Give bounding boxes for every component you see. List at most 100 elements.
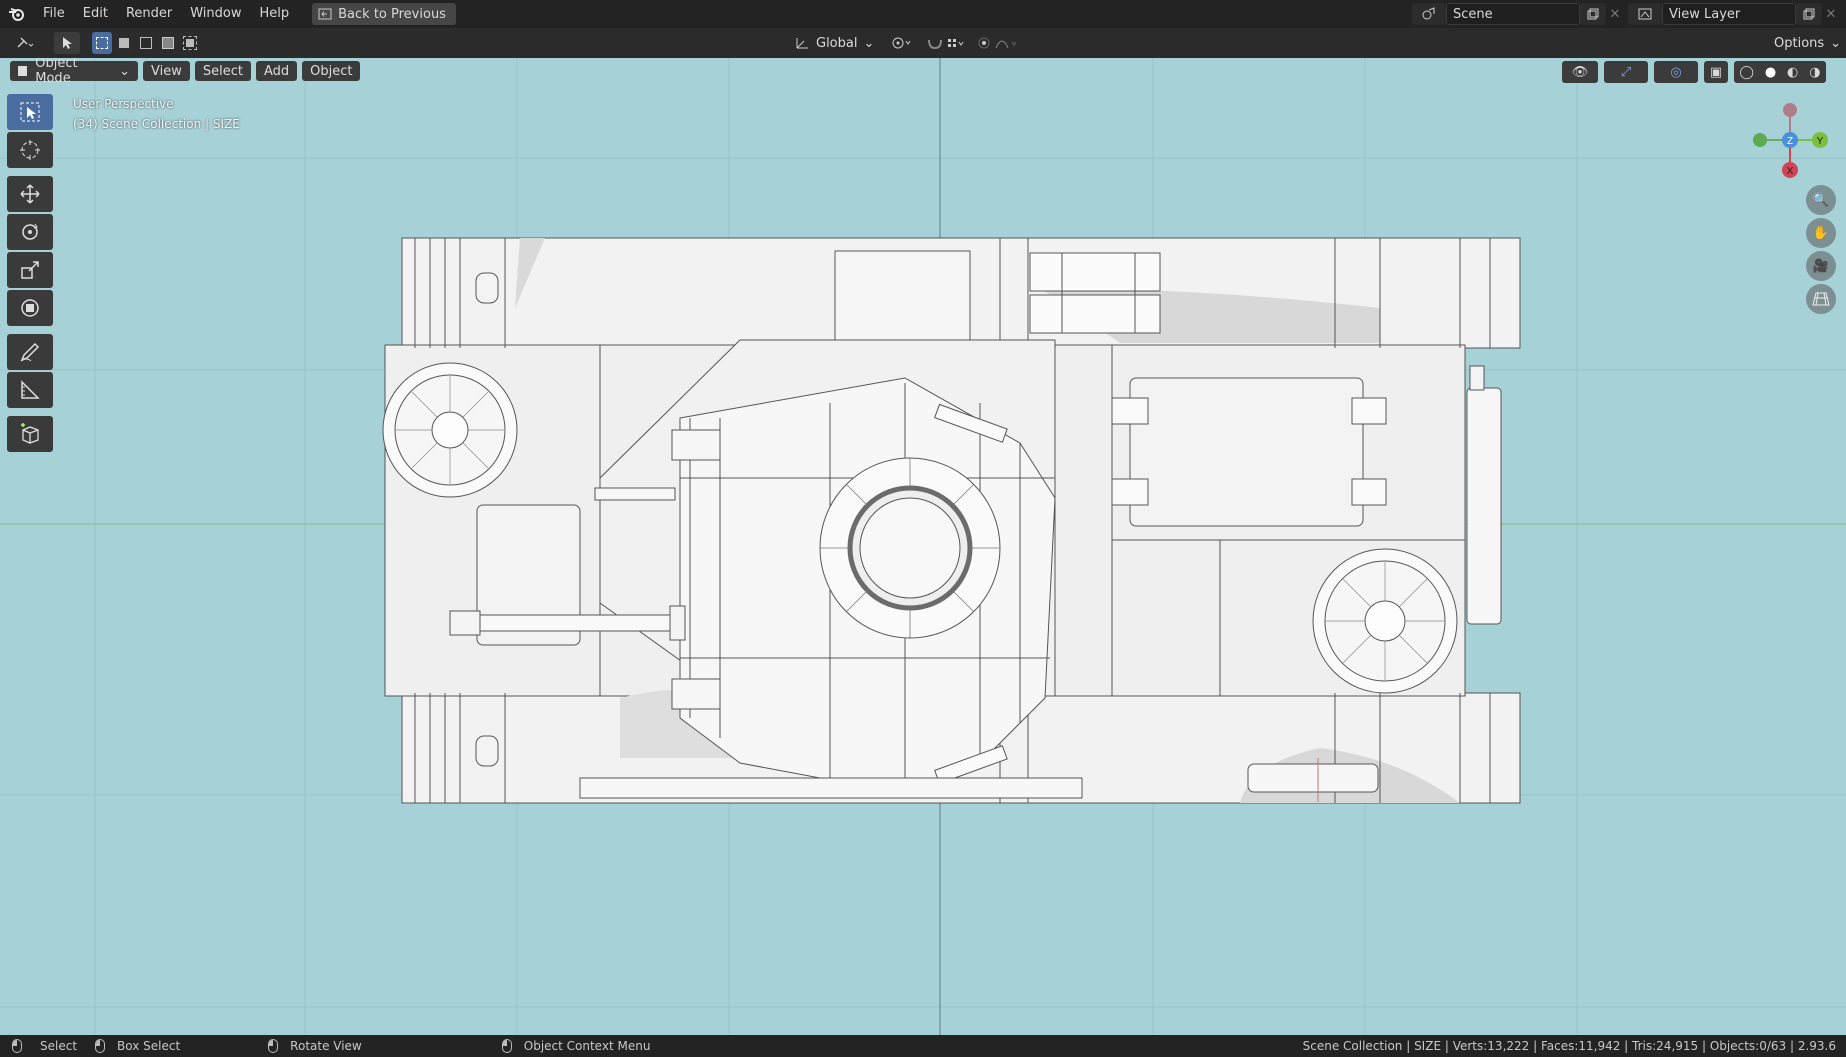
- select-box-tool[interactable]: [7, 94, 53, 130]
- options-dropdown[interactable]: Options ⌄: [1766, 32, 1846, 54]
- viewport-header: Object Mode ⌄ View Select Add Object 👁 ⤢…: [0, 58, 1846, 86]
- scene-name-field[interactable]: Scene: [1446, 3, 1580, 25]
- pan-button[interactable]: ✋: [1806, 218, 1836, 248]
- view-layer-browse-button[interactable]: [1628, 3, 1662, 25]
- gizmo-z-label: Z: [1787, 136, 1793, 147]
- eye-icon: 👁: [1571, 64, 1589, 80]
- select-menu-label: Select: [202, 63, 243, 79]
- menu-window[interactable]: Window: [181, 0, 250, 28]
- annotate-pencil-icon: [20, 342, 40, 362]
- chevron-down-icon: ⌄: [1830, 35, 1842, 51]
- front-hatch: [834, 250, 971, 346]
- editor-type-button[interactable]: [8, 32, 42, 54]
- menu-edit[interactable]: Edit: [74, 0, 117, 28]
- mouse-right-icon: [501, 1039, 512, 1053]
- object-menu[interactable]: Object: [302, 61, 361, 81]
- select-menu[interactable]: Select: [194, 61, 251, 81]
- move-tool[interactable]: [7, 176, 53, 212]
- wireframe-shading-icon[interactable]: ◯: [1739, 65, 1754, 80]
- jerrycan-2: [1029, 294, 1161, 334]
- add-menu[interactable]: Add: [255, 61, 298, 81]
- view-layer-icon: [1638, 8, 1652, 20]
- view-layer-new-button[interactable]: [1796, 3, 1822, 25]
- xray-icon: ▣: [1709, 64, 1723, 80]
- gizmo-y-label: Y: [1817, 136, 1824, 147]
- blender-logo-icon[interactable]: [0, 0, 34, 28]
- snap-icon: [928, 39, 964, 50]
- pivot-point-button[interactable]: [888, 32, 917, 54]
- rendered-shading-icon[interactable]: ◑: [1809, 65, 1820, 80]
- camera-view-button[interactable]: 🎥: [1806, 251, 1836, 281]
- view-layer-field[interactable]: View Layer: [1662, 3, 1796, 25]
- tank-model[interactable]: [0, 58, 1846, 1035]
- add-cube-icon: [21, 423, 39, 444]
- object-mode-label: Object Mode: [35, 58, 78, 86]
- mouse-drag-icon: [95, 1039, 106, 1053]
- gizmo-neg-x-icon[interactable]: [1783, 103, 1797, 117]
- view-layer-close-icon[interactable]: ✕: [1822, 7, 1840, 22]
- copy-icon: [1803, 8, 1815, 20]
- select-subtract-icon[interactable]: [136, 32, 156, 54]
- overlays-toggle-button[interactable]: ◎: [1654, 61, 1698, 83]
- scene-statistics: Scene Collection | SIZE | Verts:13,222 |…: [1302, 1039, 1836, 1053]
- collection-info-label: (34) Scene Collection | SIZE: [73, 117, 240, 131]
- perspective-label: User Perspective: [73, 97, 174, 111]
- status-box-select: Box Select: [95, 1039, 180, 1053]
- active-tool-button[interactable]: [54, 32, 80, 54]
- material-shading-icon[interactable]: ◐: [1787, 65, 1798, 80]
- zoom-button[interactable]: 🔍: [1806, 185, 1836, 215]
- scene-icon: [1422, 7, 1435, 20]
- view-layer-name: View Layer: [1669, 6, 1741, 22]
- view-menu-label: View: [151, 63, 182, 79]
- view-menu[interactable]: View: [143, 61, 190, 81]
- status-context-menu: Object Context Menu: [501, 1039, 650, 1053]
- selection-mode-group: [92, 32, 200, 54]
- annotate-tool[interactable]: [7, 334, 53, 370]
- transform-tool[interactable]: [7, 290, 53, 326]
- cursor-icon: [20, 140, 40, 160]
- solid-shading-icon[interactable]: ●: [1765, 65, 1776, 80]
- navigation-gizmo[interactable]: Z Y X: [1745, 100, 1835, 190]
- viewport-info-overlay: User Perspective (34) Scene Collection |…: [73, 94, 240, 134]
- tool-tube: [1247, 763, 1379, 793]
- visibility-button[interactable]: 👁: [1562, 61, 1598, 83]
- cursor-arrow-icon: [63, 37, 72, 49]
- gizmo-neg-y-icon[interactable]: [1753, 133, 1767, 147]
- transform-orientation-dropdown[interactable]: Global ⌄: [786, 32, 883, 54]
- ortho-toggle-button[interactable]: [1806, 284, 1836, 314]
- scene-new-button[interactable]: [1580, 3, 1606, 25]
- select-extend-icon[interactable]: [114, 32, 134, 54]
- scene-close-icon[interactable]: ✕: [1606, 7, 1624, 22]
- menu-file[interactable]: File: [34, 0, 74, 28]
- engine-deck: [1129, 377, 1364, 527]
- menu-render[interactable]: Render: [117, 0, 181, 28]
- snap-toggle-button[interactable]: [922, 32, 971, 54]
- back-to-previous-button[interactable]: Back to Previous: [312, 3, 456, 25]
- gizmo-x-label: X: [1787, 166, 1794, 177]
- scene-browse-button[interactable]: [1412, 3, 1446, 25]
- 3d-viewport[interactable]: Object Mode ⌄ View Select Add Object 👁 ⤢…: [0, 58, 1846, 1035]
- gizmo-icon: ⤢: [1620, 64, 1632, 80]
- object-mode-dropdown[interactable]: Object Mode ⌄: [10, 58, 138, 86]
- object-menu-label: Object: [310, 63, 353, 79]
- scale-tool[interactable]: [7, 252, 53, 288]
- select-new-icon[interactable]: [92, 32, 112, 54]
- orientation-icon: [796, 38, 808, 49]
- add-menu-label: Add: [263, 63, 290, 79]
- menu-help[interactable]: Help: [251, 0, 299, 28]
- mouse-left-icon: [12, 1039, 22, 1053]
- proportional-edit-button[interactable]: [976, 32, 1025, 54]
- cursor-tool[interactable]: [7, 132, 53, 168]
- rotate-tool[interactable]: [7, 214, 53, 250]
- select-difference-icon[interactable]: [158, 32, 178, 54]
- overlays-icon: ◎: [1670, 64, 1682, 80]
- xray-toggle-button[interactable]: ▣: [1704, 61, 1728, 83]
- select-intersect-icon[interactable]: [180, 32, 200, 54]
- gizmo-toggle-button[interactable]: ⤢: [1604, 61, 1648, 83]
- tow-cable: [579, 777, 1083, 799]
- measure-tool[interactable]: [7, 372, 53, 408]
- pivot-icon: [892, 37, 911, 49]
- transform-icon: [21, 299, 39, 317]
- add-cube-tool[interactable]: [7, 416, 53, 452]
- transform-orientation-label: Global: [816, 35, 858, 51]
